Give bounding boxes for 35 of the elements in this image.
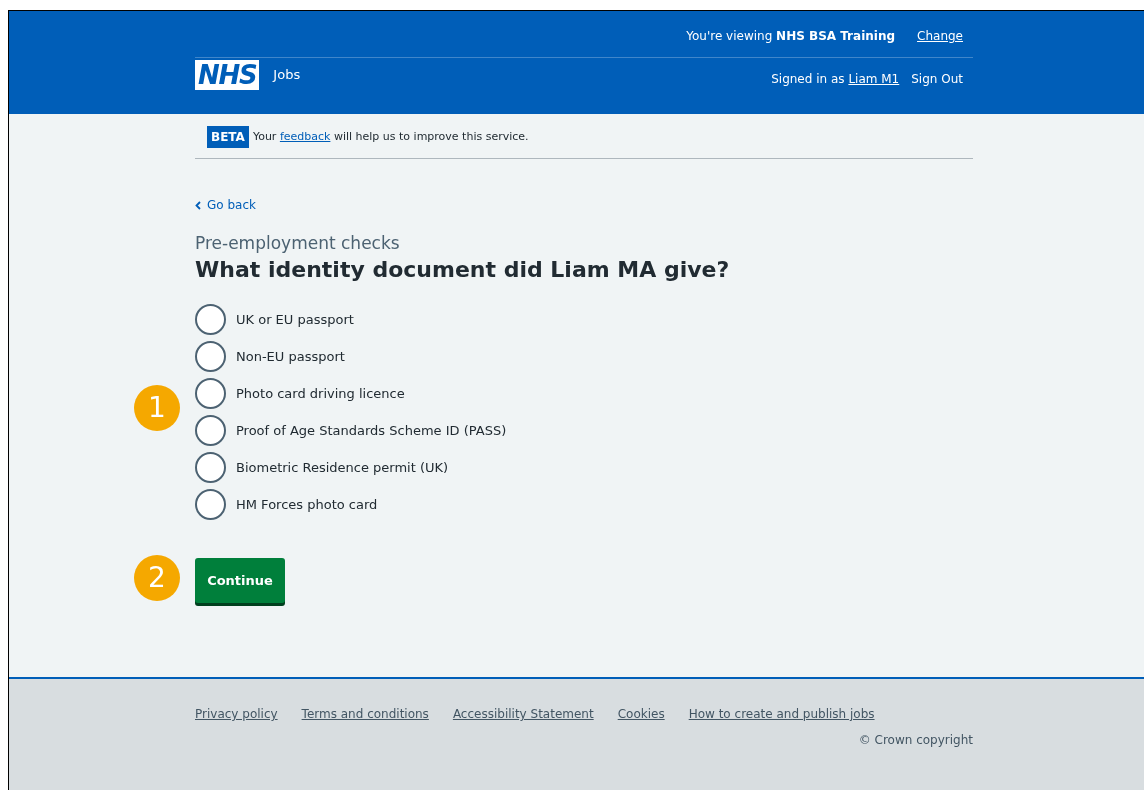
callout-marker: 2 (134, 555, 180, 601)
nhs-logo[interactable]: NHS (195, 60, 260, 90)
continue-button[interactable]: Continue (195, 558, 285, 603)
footer-link[interactable]: Accessibility Statement (452, 705, 594, 723)
feedback-link[interactable]: feedback (279, 129, 331, 143)
sign-out-link[interactable]: Sign Out (911, 70, 963, 88)
radio-button[interactable] (195, 415, 226, 446)
beta-tag: BETA (207, 126, 249, 148)
footer-link[interactable]: How to create and publish jobs (688, 705, 875, 723)
callout-marker: 1 (134, 385, 180, 431)
signed-in-text: Signed in as Liam M1 (771, 71, 900, 88)
page-heading: What identity document did Liam MA give? (195, 256, 731, 284)
footer-link[interactable]: Terms and conditions (301, 705, 429, 723)
viewing-organisation-text: You're viewing NHS BSA Training (686, 28, 896, 45)
service-name: Jobs (273, 66, 301, 84)
radio-button[interactable] (195, 378, 226, 409)
radio-button[interactable] (195, 341, 226, 372)
option-label[interactable]: UK or EU passport (236, 309, 354, 330)
beta-message: Your feedback will help us to improve this service. (252, 128, 529, 145)
footer-link[interactable]: Privacy policy (195, 705, 278, 723)
copyright-text: © Crown copyright (858, 732, 973, 749)
change-link[interactable]: Change (917, 27, 963, 45)
option-label[interactable]: Biometric Residence permit (UK) (236, 457, 449, 478)
option-label[interactable]: Photo card driving licence (236, 383, 405, 404)
chevron-left-icon (195, 200, 201, 210)
option-label[interactable]: Non-EU passport (236, 346, 345, 367)
radio-button[interactable] (195, 452, 226, 483)
radio-button[interactable] (195, 304, 226, 335)
page-caption: Pre-employment checks (195, 231, 401, 255)
option-label[interactable]: HM Forces photo card (236, 494, 378, 515)
user-link[interactable]: Liam M1 (848, 72, 900, 86)
option-label[interactable]: Proof of Age Standards Scheme ID (PASS) (236, 420, 507, 441)
go-back-link[interactable]: Go back (195, 196, 256, 214)
radio-button[interactable] (195, 489, 226, 520)
footer-link[interactable]: Cookies (617, 705, 665, 723)
